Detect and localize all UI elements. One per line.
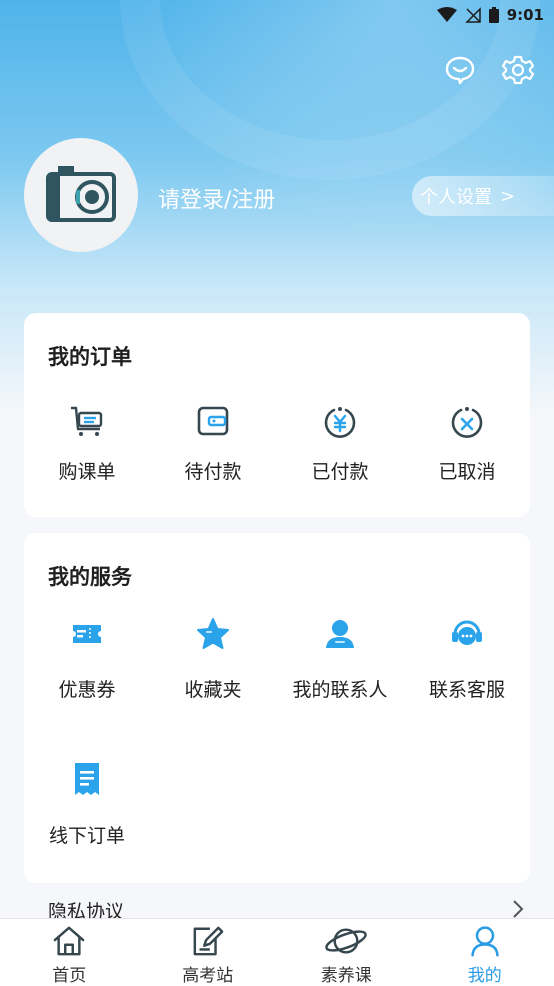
camera-icon bbox=[46, 166, 116, 222]
service-item-offline-orders[interactable]: 线下订单 bbox=[24, 761, 150, 848]
planet-icon bbox=[325, 928, 368, 954]
order-item-label: 已取消 bbox=[438, 461, 496, 483]
nav-label: 我的 bbox=[467, 966, 502, 986]
nav-mine[interactable]: 我的 bbox=[416, 919, 554, 986]
receipt-icon bbox=[75, 763, 99, 795]
cart-icon bbox=[71, 406, 103, 436]
service-item-label: 联系客服 bbox=[428, 679, 505, 701]
avatar[interactable] bbox=[24, 138, 138, 252]
order-item-paid[interactable]: 已付款 bbox=[277, 405, 403, 484]
chevron-right-icon: > bbox=[500, 185, 516, 207]
contact-icon bbox=[326, 620, 354, 648]
order-item-cart[interactable]: 购课单 bbox=[24, 405, 150, 484]
edit-icon bbox=[193, 926, 224, 956]
service-item-label: 我的联系人 bbox=[292, 679, 388, 701]
order-item-pending[interactable]: 待付款 bbox=[150, 405, 276, 484]
orders-title: 我的订单 bbox=[48, 345, 132, 369]
nav-label: 首页 bbox=[52, 966, 87, 986]
bottom-navigation: 首页 高考站 素养课 我的 bbox=[0, 918, 554, 986]
star-icon bbox=[197, 618, 229, 649]
nav-literacy-course[interactable]: 素养课 bbox=[277, 919, 416, 986]
status-bar: 9:01 bbox=[0, 0, 554, 30]
nav-label: 高考站 bbox=[182, 966, 234, 986]
service-item-customer-service[interactable]: 联系客服 bbox=[404, 617, 530, 702]
services-title: 我的服务 bbox=[48, 565, 132, 589]
signal-icon bbox=[464, 7, 481, 23]
cancelled-icon bbox=[451, 407, 483, 438]
personal-settings-button[interactable]: 个人设置 > bbox=[412, 176, 554, 216]
service-item-favorites[interactable]: 收藏夹 bbox=[150, 617, 276, 702]
home-icon bbox=[53, 926, 85, 956]
service-item-label: 优惠券 bbox=[58, 679, 116, 701]
order-item-label: 待付款 bbox=[184, 461, 242, 483]
order-item-label: 购课单 bbox=[58, 461, 116, 483]
wallet-icon bbox=[197, 406, 229, 436]
customer-service-icon bbox=[452, 620, 482, 645]
gear-icon[interactable] bbox=[502, 54, 534, 86]
service-item-contacts[interactable]: 我的联系人 bbox=[277, 617, 403, 702]
service-item-coupon[interactable]: 优惠券 bbox=[24, 619, 150, 702]
order-item-cancelled[interactable]: 已取消 bbox=[404, 405, 530, 484]
service-item-label: 收藏夹 bbox=[184, 679, 242, 701]
battery-icon bbox=[488, 7, 499, 23]
nav-label: 素养课 bbox=[320, 966, 372, 986]
orders-card: 我的订单 购课单 待付款 已付款 已取消 bbox=[24, 313, 530, 517]
top-actions bbox=[444, 54, 534, 86]
clock: 9:01 bbox=[506, 6, 544, 24]
wifi-icon bbox=[436, 7, 457, 22]
profile-icon bbox=[471, 926, 499, 957]
order-item-label: 已付款 bbox=[311, 461, 369, 483]
personal-settings-label: 个人设置 bbox=[420, 187, 492, 208]
coupon-icon bbox=[73, 625, 101, 643]
nav-home[interactable]: 首页 bbox=[0, 919, 139, 986]
paid-icon bbox=[324, 407, 356, 438]
chevron-right-icon bbox=[513, 900, 524, 918]
login-register-link[interactable]: 请登录/注册 bbox=[158, 182, 275, 214]
message-icon[interactable] bbox=[444, 54, 476, 86]
nav-gaokao[interactable]: 高考站 bbox=[139, 919, 278, 986]
service-item-label: 线下订单 bbox=[48, 825, 125, 847]
services-card: 我的服务 优惠券 收藏夹 我的联系人 联系客服 线下订单 bbox=[24, 533, 530, 883]
